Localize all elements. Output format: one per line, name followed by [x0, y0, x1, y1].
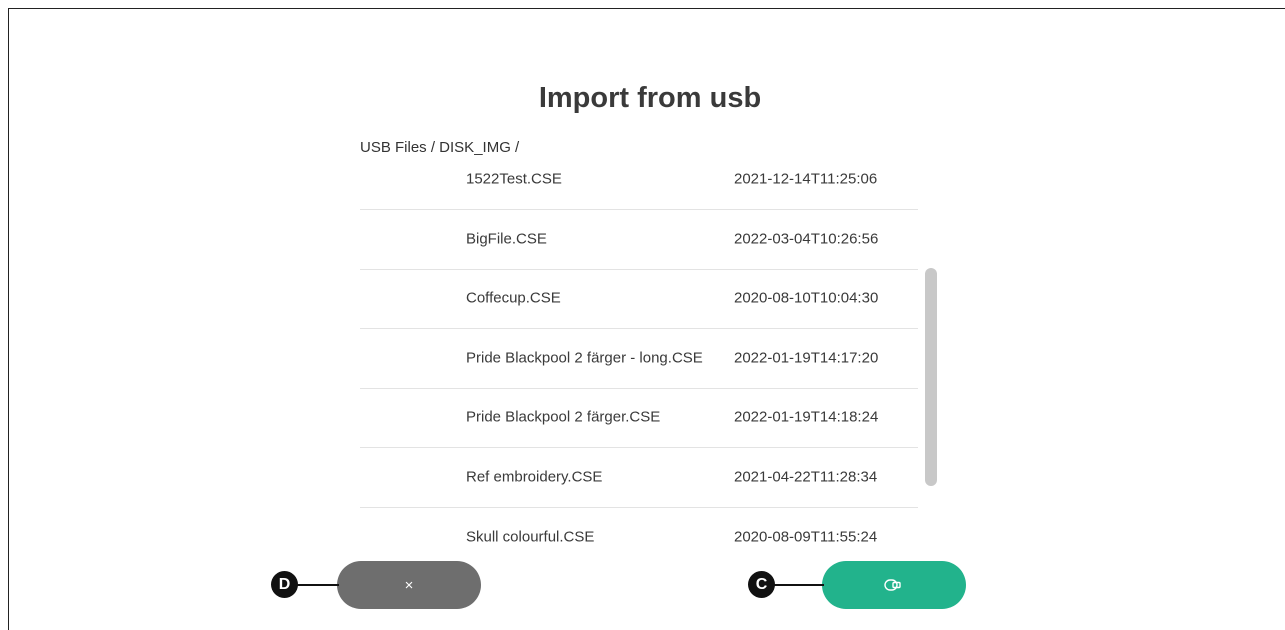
file-row[interactable]: 1522Test.CSE 2021-12-14T11:25:06	[360, 152, 918, 210]
file-name: Pride Blackpool 2 färger.CSE	[466, 408, 661, 426]
callout-marker-c: C	[748, 571, 775, 598]
file-date: 2022-01-19T14:18:24	[734, 408, 879, 426]
callout-marker-d: D	[271, 571, 298, 598]
file-date: 2022-01-19T14:17:20	[734, 349, 879, 367]
file-row[interactable]: Coffecup.CSE 2020-08-10T10:04:30	[360, 269, 918, 329]
file-name: Coffecup.CSE	[466, 289, 561, 307]
file-date: 2020-08-10T10:04:30	[734, 289, 879, 307]
file-name: Pride Blackpool 2 färger - long.CSE	[466, 349, 703, 367]
close-icon: ×	[404, 576, 414, 594]
import-icon	[884, 579, 901, 591]
file-date: 2022-03-04T10:26:56	[734, 230, 879, 248]
file-name: Skull colourful.CSE	[466, 528, 595, 546]
file-row[interactable]: BigFile.CSE 2022-03-04T10:26:56	[360, 210, 918, 270]
file-row[interactable]: Pride Blackpool 2 färger - long.CSE 2022…	[360, 329, 918, 389]
file-date: 2020-08-09T11:55:24	[734, 528, 878, 546]
file-name: BigFile.CSE	[466, 230, 547, 248]
file-row[interactable]: Ref embroidery.CSE 2021-04-22T11:28:34	[360, 448, 918, 508]
dialog-title: Import from usb	[538, 82, 762, 114]
file-name: 1522Test.CSE	[466, 170, 562, 188]
file-name: Ref embroidery.CSE	[466, 468, 603, 486]
scrollbar-thumb[interactable]	[925, 268, 937, 486]
cancel-button[interactable]: ×	[337, 561, 481, 609]
import-button[interactable]	[822, 561, 966, 609]
file-date: 2021-04-22T11:28:34	[734, 468, 878, 486]
file-row[interactable]: Pride Blackpool 2 färger.CSE 2022-01-19T…	[360, 388, 918, 448]
file-row[interactable]: Skull colourful.CSE 2020-08-09T11:55:24	[360, 507, 918, 550]
file-date: 2021-12-14T11:25:06	[734, 170, 878, 188]
file-list: 1522Test.CSE 2021-12-14T11:25:06 BigFile…	[360, 152, 918, 550]
